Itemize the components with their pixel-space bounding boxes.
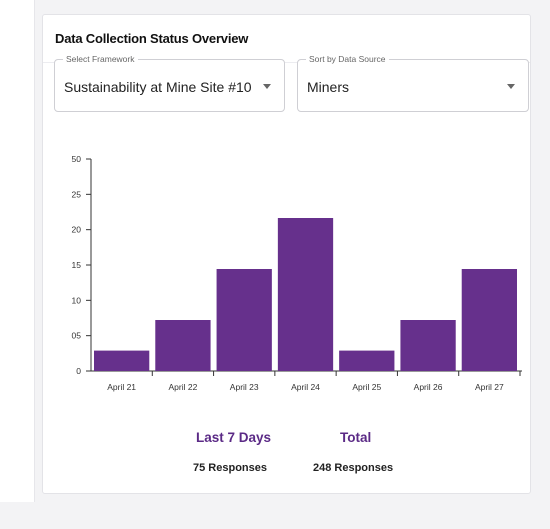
framework-select[interactable]: Select Framework Sustainability at Mine … xyxy=(54,54,285,112)
card-title: Data Collection Status Overview xyxy=(55,31,249,46)
y-tick-label: 25 xyxy=(72,189,82,199)
x-tick-label: April 25 xyxy=(352,382,381,392)
bar xyxy=(400,320,456,371)
last-7-days-value: 75 Responses xyxy=(193,462,267,474)
total-label: Total xyxy=(340,430,372,445)
x-tick-label: April 22 xyxy=(169,382,198,392)
bar xyxy=(277,218,334,371)
data-source-select[interactable]: Sort by Data Source Miners xyxy=(297,54,529,112)
chevron-down-icon xyxy=(507,84,515,89)
y-tick-label: 05 xyxy=(72,331,82,341)
bar xyxy=(339,350,395,371)
data-source-select-label: Sort by Data Source xyxy=(306,54,389,65)
x-tick-label: April 24 xyxy=(291,382,320,392)
y-tick-label: 50 xyxy=(72,154,82,164)
bar xyxy=(216,269,272,371)
framework-select-value: Sustainability at Mine Site #10 xyxy=(64,79,252,95)
y-tick-label: 15 xyxy=(72,260,82,270)
x-tick-label: April 27 xyxy=(475,382,504,392)
y-tick-label: 20 xyxy=(72,225,82,235)
bar xyxy=(155,320,211,371)
total-value: 248 Responses xyxy=(313,462,394,474)
y-tick-label: 10 xyxy=(72,295,82,305)
data-source-select-value: Miners xyxy=(307,79,350,95)
y-tick-label: 0 xyxy=(76,366,81,376)
responses-bar-chart: 0 05 10 15 20 25 50 April 21 April 22 April 23 Apr… xyxy=(72,154,522,392)
bar xyxy=(94,350,150,371)
last-7-days-label: Last 7 Days xyxy=(196,430,272,445)
bar xyxy=(461,269,517,371)
x-tick-label: April 21 xyxy=(107,382,136,392)
x-tick-label: April 26 xyxy=(414,382,443,392)
framework-select-label: Select Framework xyxy=(63,54,138,65)
chevron-down-icon xyxy=(263,84,271,89)
x-tick-label: April 23 xyxy=(230,382,259,392)
